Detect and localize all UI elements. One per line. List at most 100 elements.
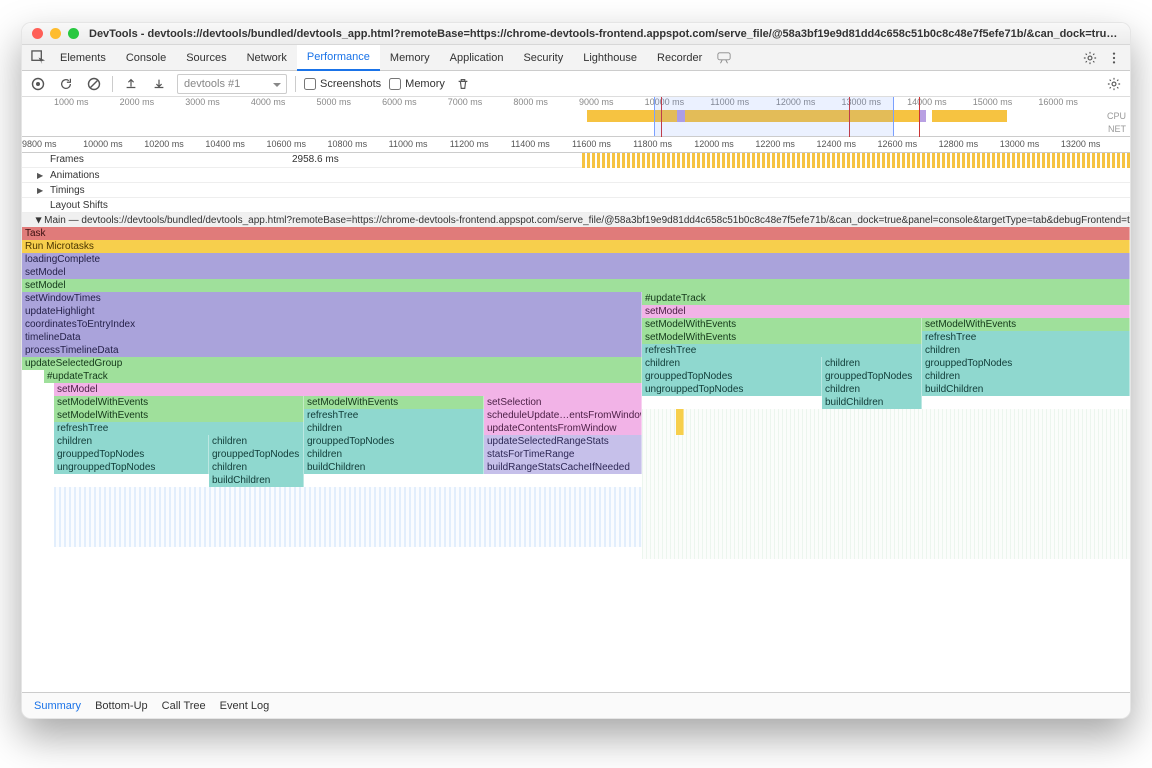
maximize-icon[interactable] [68,28,79,39]
flame-entry[interactable]: setModelWithEvents [54,409,304,422]
flame-entry[interactable]: refreshTree [54,422,304,435]
flame-entry[interactable]: buildChildren [209,474,304,487]
animations-track[interactable]: ▶Animations [22,168,1130,183]
flame-entry[interactable]: setModel [642,305,1130,318]
save-profile-button[interactable] [149,74,169,94]
flame-entry[interactable]: refreshTree [642,344,922,357]
details-tab-bottom-up[interactable]: Bottom-Up [95,700,148,712]
flame-entry[interactable]: children [922,370,1130,383]
tab-security[interactable]: Security [513,45,573,71]
flame-entry[interactable]: grouppedTopNodes [54,448,209,461]
flame-entry[interactable]: Run Microtasks [22,240,1130,253]
flame-entry[interactable]: children [822,383,922,396]
panel-settings-icon[interactable] [1104,74,1124,94]
flame-entry[interactable]: scheduleUpdate…entsFromWindow [484,409,642,422]
main-track-header[interactable]: ▶Main — devtools://devtools/bundled/devt… [22,213,1130,227]
screenshots-checkbox[interactable]: Screenshots [304,78,381,90]
flame-entry[interactable]: #updateTrack [642,292,1130,305]
tab-network[interactable]: Network [237,45,297,71]
tab-sources[interactable]: Sources [176,45,236,71]
profile-select[interactable]: devtools #1 [177,74,287,94]
record-button[interactable] [28,74,48,94]
disclosure-icon[interactable]: ▶ [35,217,44,223]
flame-entry[interactable]: updateHighlight [22,305,642,318]
disclosure-icon[interactable]: ▶ [37,171,43,180]
flame-entry[interactable]: children [209,461,304,474]
tab-recorder[interactable]: Recorder [647,45,712,71]
close-icon[interactable] [32,28,43,39]
flame-entry[interactable]: updateSelectedRangeStats [484,435,642,448]
load-profile-button[interactable] [121,74,141,94]
flame-entry[interactable]: updateContentsFromWindow [484,422,642,435]
flame-entry[interactable]: setModel [22,279,1130,292]
flame-entry[interactable]: children [922,344,1130,357]
flame-entry[interactable]: #updateTrack [44,370,642,383]
tab-performance[interactable]: Performance [297,45,380,71]
timings-track[interactable]: ▶Timings [22,183,1130,198]
flame-entry[interactable]: setModel [22,266,1130,279]
layout-shifts-track[interactable]: Layout Shifts [22,198,1130,213]
flame-entry[interactable]: grouppedTopNodes [822,370,922,383]
flame-entry[interactable]: statsForTimeRange [484,448,642,461]
flame-entry[interactable]: setModelWithEvents [642,331,922,344]
tab-console[interactable]: Console [116,45,176,71]
flame-entry[interactable]: refreshTree [304,409,484,422]
flame-entry[interactable]: ungrouppedTopNodes [54,461,209,474]
flame-entry[interactable]: buildChildren [822,396,922,409]
memory-checkbox[interactable]: Memory [389,78,445,90]
flame-chart[interactable]: Task Run Microtasks loadingComplete setM… [22,227,1130,692]
timeline-overview[interactable]: 1000 ms2000 ms3000 ms4000 ms5000 ms6000 … [22,97,1130,137]
ruler-tick: 11800 ms [633,139,672,149]
flame-entry[interactable]: grouppedTopNodes [642,370,822,383]
flame-entry[interactable]: ungrouppedTopNodes [642,383,822,396]
flame-entry[interactable]: buildRangeStatsCacheIfNeeded [484,461,642,474]
flame-entry[interactable]: grouppedTopNodes [922,357,1130,370]
flame-entry[interactable]: setModelWithEvents [922,318,1130,331]
settings-gear-icon[interactable] [1078,46,1102,70]
flame-entry[interactable]: children [642,357,822,370]
reload-record-button[interactable] [56,74,76,94]
frame-duration-value: 2958.6 ms [292,154,339,165]
details-tab-call-tree[interactable]: Call Tree [162,700,206,712]
flame-entry[interactable]: buildChildren [304,461,484,474]
flame-entry[interactable]: children [304,448,484,461]
flame-entry[interactable]: setModelWithEvents [54,396,304,409]
flame-entry[interactable]: loadingComplete [22,253,1130,266]
flame-entry[interactable]: children [54,435,209,448]
flame-entry[interactable]: children [209,435,304,448]
flame-entry[interactable]: grouppedTopNodes [304,435,484,448]
flame-entry[interactable]: buildChildren [922,383,1130,396]
overview-tick: 5000 ms [317,97,352,107]
flame-entry[interactable]: children [822,357,922,370]
flame-entry[interactable]: setWindowTimes [22,292,642,305]
details-tab-event-log[interactable]: Event Log [220,700,270,712]
disclosure-icon[interactable]: ▶ [37,186,43,195]
overview-selection[interactable] [654,97,894,136]
tab-memory[interactable]: Memory [380,45,440,71]
tab-elements[interactable]: Elements [50,45,116,71]
flame-entry[interactable]: setSelection [484,396,642,409]
tab-application[interactable]: Application [440,45,514,71]
minimize-icon[interactable] [50,28,61,39]
garbage-collect-button[interactable] [453,74,473,94]
flame-entry[interactable]: grouppedTopNodes [209,448,304,461]
flame-entry[interactable] [676,409,684,435]
flame-entry[interactable]: coordinatesToEntryIndex [22,318,642,331]
tab-lighthouse[interactable]: Lighthouse [573,45,647,71]
flame-entry[interactable]: setModelWithEvents [304,396,484,409]
overview-tick: 4000 ms [251,97,286,107]
more-menu-icon[interactable] [1102,46,1126,70]
clear-button[interactable] [84,74,104,94]
flame-entry[interactable]: refreshTree [922,331,1130,344]
flame-entry[interactable]: processTimelineData [22,344,642,357]
flame-entry[interactable]: timelineData [22,331,642,344]
flame-entry[interactable]: setModelWithEvents [642,318,922,331]
ruler-tick: 12000 ms [694,139,734,149]
frames-track[interactable]: Frames 2958.6 ms [22,153,1130,168]
details-tab-summary[interactable]: Summary [34,700,81,712]
flame-task[interactable]: Task [22,227,1130,240]
inspect-element-icon[interactable] [26,46,50,70]
flame-entry[interactable]: setModel [54,383,642,396]
flame-entry[interactable]: updateSelectedGroup [22,357,642,370]
flame-entry[interactable]: children [304,422,484,435]
